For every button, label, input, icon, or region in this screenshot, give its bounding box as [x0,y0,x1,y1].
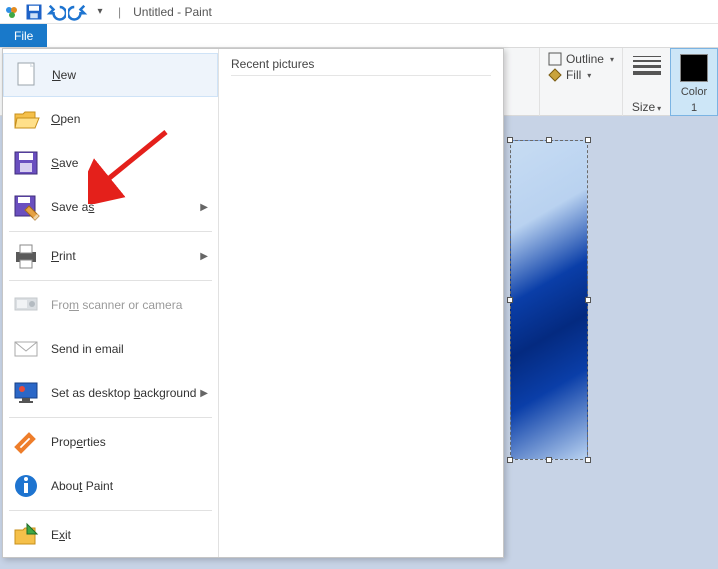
menu-new-label: New [52,68,76,82]
tab-file[interactable]: File [0,24,47,47]
email-icon [11,334,41,364]
recent-pictures-title: Recent pictures [231,57,491,76]
window-title: Untitled - Paint [129,5,212,19]
menu-save[interactable]: Save [3,141,218,185]
resize-handle[interactable] [585,137,591,143]
properties-icon [11,427,41,457]
separator [9,510,212,511]
save-icon [11,148,41,178]
undo-icon[interactable] [46,2,66,22]
shape-options-group: Outline▾ Fill▾ [539,48,622,116]
resize-handle[interactable] [546,137,552,143]
menu-print[interactable]: Print ▶ [3,234,218,278]
menu-exit-label: Exit [51,528,71,542]
resize-handle[interactable] [585,457,591,463]
resize-handle[interactable] [546,457,552,463]
resize-handle[interactable] [585,297,591,303]
menu-save-label: Save [51,156,78,170]
color1-swatch [680,54,708,82]
submenu-arrow-icon: ▶ [200,251,208,262]
menu-set-background[interactable]: Set as desktop background ▶ [3,371,218,415]
outline-label: Outline [566,52,604,66]
ribbon-tabs: File [0,24,718,48]
menu-save-as-label: Save as [51,200,94,214]
menu-properties[interactable]: Properties [3,420,218,464]
resize-handle[interactable] [507,297,513,303]
exit-icon [11,520,41,550]
menu-exit[interactable]: Exit [3,513,218,557]
menu-open-label: Open [51,112,80,126]
redo-icon[interactable] [68,2,88,22]
separator [9,417,212,418]
info-icon [11,471,41,501]
file-menu: New Open Save Save as ▶ Print ▶ From sca… [2,48,504,558]
save-as-icon [11,192,41,222]
menu-print-label: Print [51,249,76,263]
file-menu-items: New Open Save Save as ▶ Print ▶ From sca… [3,49,219,557]
color1-label-b: 1 [691,102,697,114]
color1-label-a: Color [681,86,707,98]
menu-send-email-label: Send in email [51,342,124,356]
separator: | [114,5,125,19]
menu-set-background-label: Set as desktop background [51,386,196,400]
menu-open[interactable]: Open [3,97,218,141]
fill-dropdown[interactable]: Fill▾ [548,68,591,82]
desktop-bg-icon [11,378,41,408]
menu-from-scanner-label: From scanner or camera [51,298,182,312]
outline-dropdown[interactable]: Outline▾ [548,52,614,66]
submenu-arrow-icon: ▶ [200,202,208,213]
separator [9,231,212,232]
menu-save-as[interactable]: Save as ▶ [3,185,218,229]
menu-properties-label: Properties [51,435,106,449]
menu-about[interactable]: About Paint [3,464,218,508]
size-icon [633,52,661,75]
size-label: Size [632,100,655,114]
save-icon[interactable] [24,2,44,22]
menu-from-scanner: From scanner or camera [3,283,218,327]
new-icon [12,60,42,90]
color1-button[interactable]: Color 1 [670,48,718,116]
app-icon [4,4,20,20]
recent-pictures-panel: Recent pictures [219,49,503,557]
quick-access-toolbar: ▾ [24,2,110,22]
resize-handle[interactable] [507,457,513,463]
open-icon [11,104,41,134]
separator [9,280,212,281]
menu-about-label: About Paint [51,479,113,493]
submenu-arrow-icon: ▶ [200,388,208,399]
title-bar: ▾ | Untitled - Paint [0,0,718,24]
fill-label: Fill [566,68,581,82]
resize-handle[interactable] [507,137,513,143]
selected-image[interactable] [510,140,588,460]
qat-customize-icon[interactable]: ▾ [90,2,110,22]
print-icon [11,241,41,271]
menu-send-email[interactable]: Send in email [3,327,218,371]
menu-new[interactable]: New [3,53,218,97]
size-group[interactable]: Size▾ [622,48,670,116]
scanner-icon [11,290,41,320]
